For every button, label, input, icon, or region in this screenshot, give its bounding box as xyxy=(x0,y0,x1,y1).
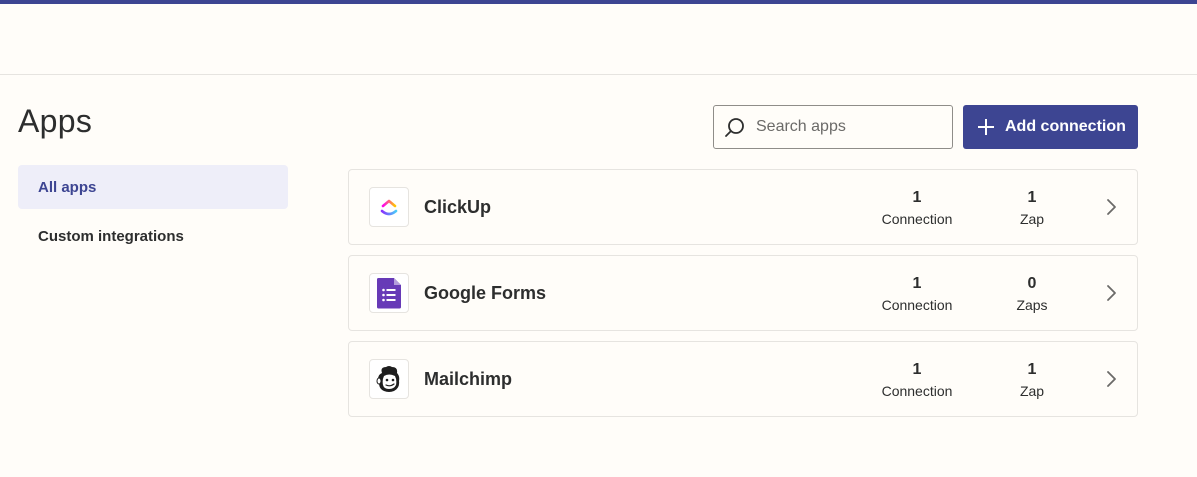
app-row-mailchimp[interactable]: Mailchimp 1 Connection 1 Zap xyxy=(348,341,1138,417)
sidebar-item-label: Custom integrations xyxy=(38,227,184,245)
header-bar xyxy=(0,4,1197,75)
connection-count: 1 Connection xyxy=(862,274,972,314)
zap-count: 1 Zap xyxy=(977,360,1087,400)
zap-count-value: 0 xyxy=(1027,275,1037,292)
app-row-clickup[interactable]: ClickUp 1 Connection 1 Zap xyxy=(348,169,1138,245)
app-name: ClickUp xyxy=(424,197,492,217)
app-row-google-forms[interactable]: Google Forms 1 Connection 0 Zaps xyxy=(348,255,1138,331)
zap-count: 0 Zaps xyxy=(977,274,1087,314)
connection-count-value: 1 xyxy=(912,361,922,378)
sidebar-item-custom-integrations[interactable]: Custom integrations xyxy=(18,214,288,258)
mailchimp-logo-icon xyxy=(369,359,409,399)
search-input[interactable] xyxy=(756,118,946,136)
page-title: Apps xyxy=(18,103,93,139)
add-connection-button[interactable]: Add connection xyxy=(963,105,1138,149)
sidebar-item-all-apps[interactable]: All apps xyxy=(18,165,288,209)
chevron-right-icon xyxy=(1107,199,1116,215)
search-icon xyxy=(725,118,744,137)
google-forms-logo-icon xyxy=(369,273,409,313)
app-name: Google Forms xyxy=(424,283,547,303)
connection-count-label: Connection xyxy=(881,383,953,399)
connection-count-value: 1 xyxy=(912,189,922,206)
clickup-logo-icon xyxy=(369,187,409,227)
sidebar-item-label: All apps xyxy=(38,178,97,196)
zap-count-label: Zaps xyxy=(1016,297,1048,313)
connection-count-value: 1 xyxy=(912,275,922,292)
search-box[interactable] xyxy=(713,105,953,149)
connection-count: 1 Connection xyxy=(862,188,972,228)
plus-icon xyxy=(978,119,994,135)
chevron-right-icon xyxy=(1107,371,1116,387)
chevron-right-icon xyxy=(1107,285,1116,301)
zap-count: 1 Zap xyxy=(977,188,1087,228)
zap-count-value: 1 xyxy=(1027,189,1037,206)
zap-count-value: 1 xyxy=(1027,361,1037,378)
zap-count-label: Zap xyxy=(1019,383,1045,399)
app-name: Mailchimp xyxy=(424,369,513,389)
connection-count: 1 Connection xyxy=(862,360,972,400)
connection-count-label: Connection xyxy=(881,297,953,313)
connection-count-label: Connection xyxy=(881,211,953,227)
zap-count-label: Zap xyxy=(1019,211,1045,227)
add-connection-label: Add connection xyxy=(1005,118,1126,135)
